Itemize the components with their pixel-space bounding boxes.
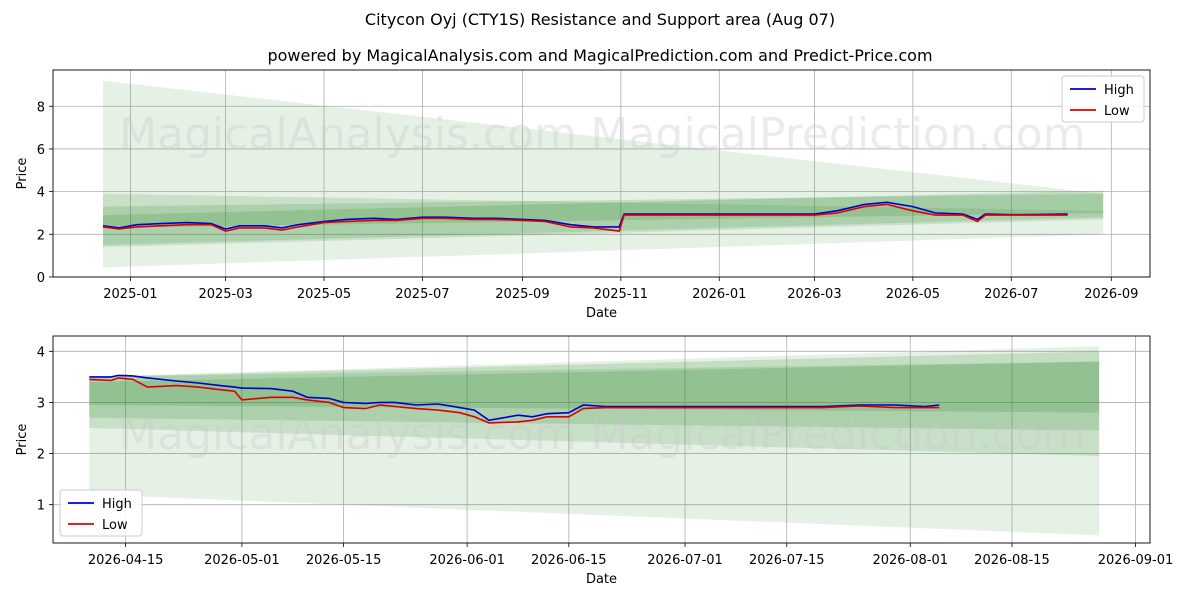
- x-axis-label: Date: [586, 572, 617, 587]
- y-tick-label: 6: [37, 143, 45, 158]
- bottom-chart-panel: 2026-04-15 2026-05-01 2026-05-15 2026-06-01…: [15, 335, 1174, 587]
- y-tick-label: 0: [37, 271, 45, 286]
- watermark-text: MagicalPrediction.com: [591, 409, 1086, 460]
- x-tick-label: 2025-07: [395, 287, 449, 302]
- y-tick-label: 1: [37, 499, 45, 514]
- y-tick-label: 2: [37, 228, 45, 243]
- y-axis-label: Price: [15, 424, 30, 456]
- legend-label-low: Low: [102, 518, 128, 533]
- legend-label-high: High: [1104, 83, 1134, 98]
- watermark-text: MagicalAnalysis.com: [119, 409, 577, 460]
- y-axis-label: Price: [15, 158, 30, 190]
- x-tick-label: 2026-08-15: [974, 553, 1050, 568]
- chart-title: Citycon Oyj (CTY1S) Resistance and Suppo…: [365, 10, 835, 29]
- x-tick-label: 2026-07: [984, 287, 1038, 302]
- watermark-text: MagicalPrediction.com: [591, 109, 1086, 160]
- x-tick-label: 2026-09: [1084, 287, 1138, 302]
- y-tick-label: 2: [37, 448, 45, 463]
- x-tick-label: 2026-03: [787, 287, 841, 302]
- x-tick-label: 2026-01: [692, 287, 746, 302]
- legend-label-low: Low: [1104, 104, 1130, 119]
- watermark-text: MagicalAnalysis.com: [119, 109, 577, 160]
- x-tick-label: 2026-07-01: [647, 553, 723, 568]
- y-tick-label: 4: [37, 186, 45, 201]
- y-tick-label: 3: [37, 396, 45, 411]
- chart-figure: Citycon Oyj (CTY1S) Resistance and Suppo…: [15, 10, 1174, 587]
- x-tick-label: 2026-04-15: [88, 553, 164, 568]
- y-tick-label: 8: [37, 100, 45, 115]
- x-tick-label: 2026-08-01: [872, 553, 948, 568]
- top-chart-panel: 2025-01 2025-03 2025-05 2025-07 2025-09 2025-…: [15, 69, 1151, 321]
- x-tick-label: 2025-01: [103, 287, 157, 302]
- x-tick-label: 2025-09: [495, 287, 549, 302]
- chart-legend: High Low: [59, 489, 143, 537]
- x-tick-label: 2026-06-01: [429, 553, 505, 568]
- legend-label-high: High: [102, 497, 132, 512]
- x-axis-label: Date: [586, 306, 617, 321]
- x-tick-label: 2025-11: [594, 287, 648, 302]
- x-tick-label: 2025-05: [297, 287, 351, 302]
- x-tick-label: 2026-05: [886, 287, 940, 302]
- y-tick-label: 4: [37, 345, 45, 360]
- chart-legend: High Low: [1061, 75, 1145, 123]
- x-tick-label: 2026-05-01: [204, 553, 280, 568]
- x-tick-label: 2025-03: [198, 287, 252, 302]
- x-tick-label: 2026-05-15: [306, 553, 382, 568]
- x-tick-label: 2026-09-01: [1098, 553, 1174, 568]
- chart-subtitle: powered by MagicalAnalysis.com and Magic…: [267, 46, 932, 65]
- x-tick-label: 2026-07-15: [749, 553, 825, 568]
- x-tick-label: 2026-06-15: [531, 553, 607, 568]
